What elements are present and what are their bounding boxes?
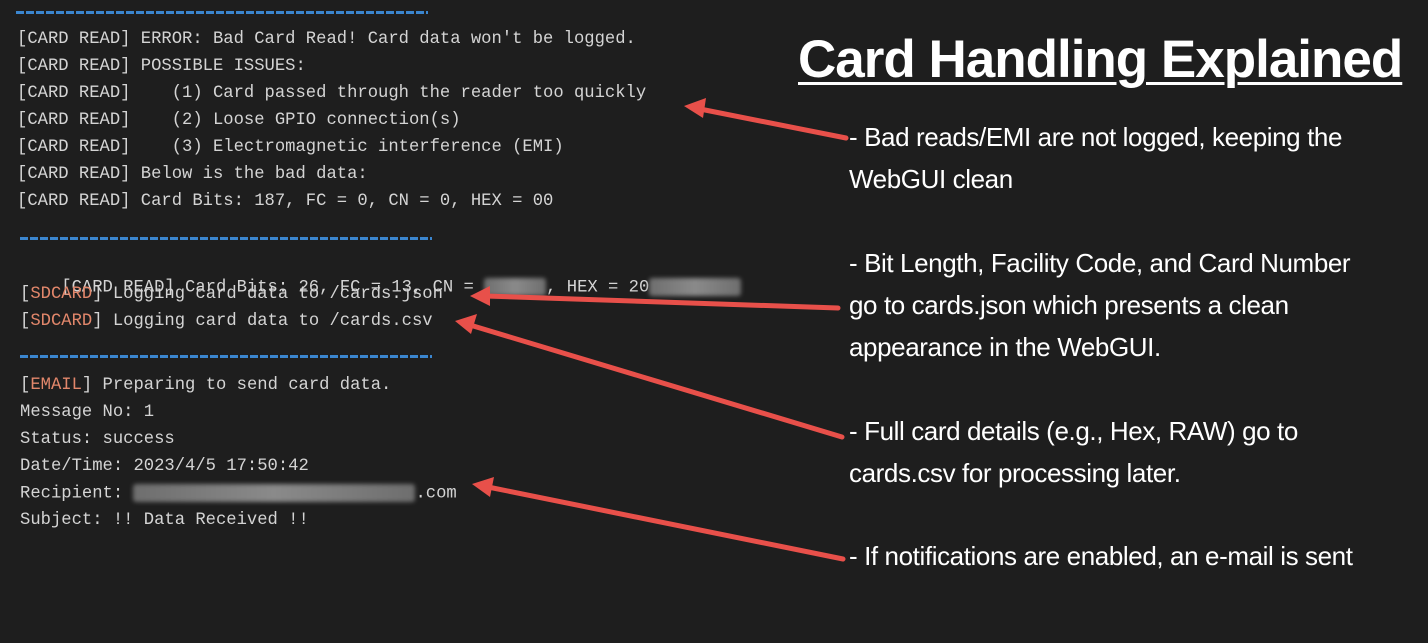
arrow-to-cards-csv bbox=[467, 322, 845, 440]
arrow-to-bad-read bbox=[697, 106, 849, 141]
arrowhead-bad-read bbox=[684, 98, 706, 118]
arrowhead-cards-csv bbox=[455, 314, 477, 334]
arrowhead-cards-json bbox=[470, 286, 490, 306]
arrow-to-recipient bbox=[485, 484, 846, 562]
annotation-arrows bbox=[455, 98, 849, 562]
arrow-to-cards-json bbox=[483, 293, 841, 311]
arrowhead-recipient bbox=[472, 477, 494, 497]
